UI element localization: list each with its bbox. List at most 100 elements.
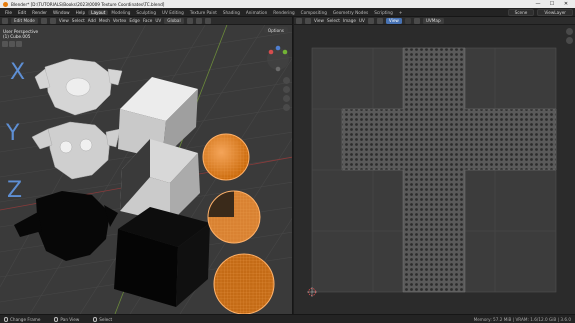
uv-canvas bbox=[307, 47, 557, 297]
camera-icon[interactable] bbox=[283, 95, 290, 102]
shading-solid-icon[interactable] bbox=[204, 17, 211, 24]
cursor-tool-icon[interactable] bbox=[9, 41, 15, 47]
tab-geometry-nodes[interactable]: Geometry Nodes bbox=[330, 10, 371, 15]
move-tool-icon[interactable] bbox=[16, 41, 22, 47]
uvmap-icon bbox=[413, 17, 420, 24]
tab-sculpting[interactable]: Sculpting bbox=[133, 10, 159, 15]
z-axis-label: Z bbox=[7, 178, 22, 203]
perspective-grid-icon[interactable] bbox=[283, 104, 290, 111]
uv-editor-header: View Select Image UV View UVMap bbox=[294, 17, 575, 25]
menu-edit[interactable]: Edit bbox=[15, 10, 29, 15]
view-layer-selector[interactable]: ViewLayer bbox=[537, 9, 573, 16]
status-change-frame: Change Frame bbox=[10, 316, 41, 322]
tab-layout[interactable]: Layout bbox=[88, 9, 109, 15]
scene-selector[interactable]: Scene bbox=[507, 9, 535, 16]
menu-edge[interactable]: Edge bbox=[129, 18, 140, 23]
menu-face[interactable]: Face bbox=[143, 18, 152, 23]
add-workspace-button[interactable]: + bbox=[396, 10, 406, 15]
menu-file[interactable]: File bbox=[2, 10, 15, 15]
snap-icon[interactable] bbox=[186, 17, 193, 24]
version-info: Memory: 57.2 MiB | VRAM: 1.6/12.0 GiB | … bbox=[473, 317, 571, 322]
viewport-info: User Perspective (1) Cube.005 bbox=[3, 29, 38, 39]
window-title: Blender* [D:\TUTORIALS\Books\2023\0009 T… bbox=[11, 1, 165, 7]
pan-hand-icon[interactable] bbox=[283, 86, 290, 93]
tab-modeling[interactable]: Modeling bbox=[108, 10, 133, 15]
status-item: Change Frame bbox=[4, 316, 41, 322]
uv-pivot-icon[interactable] bbox=[376, 17, 383, 24]
view-layer-name: ViewLayer bbox=[544, 10, 566, 15]
uv-menu-select[interactable]: Select bbox=[327, 18, 340, 23]
status-item: Select bbox=[93, 316, 113, 322]
x-axis-label: X bbox=[10, 60, 25, 85]
status-item: Pan View bbox=[54, 316, 80, 322]
menu-uv[interactable]: UV bbox=[155, 18, 161, 23]
edge-select-icon[interactable] bbox=[49, 17, 56, 24]
mouse-icon bbox=[4, 316, 8, 322]
tab-scripting[interactable]: Scripting bbox=[371, 10, 396, 15]
menu-select[interactable]: Select bbox=[72, 18, 85, 23]
uv-menu-view[interactable]: View bbox=[314, 18, 324, 23]
cube-z bbox=[114, 207, 210, 307]
uv-nav-buttons bbox=[566, 28, 573, 44]
uv-editor-type-icon[interactable] bbox=[296, 17, 302, 24]
uv-menu-image[interactable]: Image bbox=[343, 18, 356, 23]
uv-sync-icon[interactable] bbox=[367, 17, 374, 24]
options-label: Options bbox=[267, 27, 284, 33]
viewport-3d[interactable]: Edit Mode View Select Add Mesh Vertex Ed… bbox=[0, 17, 293, 314]
blender-logo-icon bbox=[3, 1, 8, 7]
menu-render[interactable]: Render bbox=[29, 10, 50, 15]
zoom-icon[interactable] bbox=[283, 77, 290, 84]
menu-vertex[interactable]: Vertex bbox=[113, 18, 126, 23]
suzanne-x bbox=[34, 58, 123, 116]
uv-select-mode-icon[interactable] bbox=[305, 17, 311, 24]
uv-zoom-icon[interactable] bbox=[566, 28, 573, 35]
tab-rendering[interactable]: Rendering bbox=[270, 10, 297, 15]
options-dropdown[interactable]: Options bbox=[263, 27, 288, 33]
status-bar: Change Frame Pan View Select Memory: 57.… bbox=[0, 314, 575, 323]
close-button[interactable]: ✕ bbox=[559, 0, 573, 8]
title-bar: Blender* [D:\TUTORIALS\Books\2023\0009 T… bbox=[0, 0, 575, 8]
menu-add[interactable]: Add bbox=[88, 18, 96, 23]
viewport-scene: X Y Z bbox=[0, 17, 292, 314]
editor-type-icon[interactable] bbox=[2, 17, 8, 24]
menu-help[interactable]: Help bbox=[73, 10, 89, 15]
mode-selector[interactable]: Edit Mode bbox=[11, 17, 38, 24]
tab-shading[interactable]: Shading bbox=[220, 10, 243, 15]
viewport-toolbar bbox=[2, 41, 22, 47]
menu-view[interactable]: View bbox=[59, 18, 69, 23]
vertex-select-icon[interactable] bbox=[40, 17, 47, 24]
maximize-button[interactable]: ☐ bbox=[545, 0, 559, 8]
sphere-z bbox=[213, 253, 275, 314]
suzanne-y bbox=[31, 121, 121, 180]
image-selector[interactable] bbox=[404, 17, 411, 24]
status-pan-view: Pan View bbox=[60, 316, 80, 322]
minimize-button[interactable]: — bbox=[531, 0, 545, 8]
suzanne-z bbox=[14, 191, 118, 261]
uv-menu-uv[interactable]: UV bbox=[359, 18, 365, 23]
viewport-header: Edit Mode View Select Add Mesh Vertex Ed… bbox=[0, 17, 292, 25]
scene-selectors: Scene ViewLayer bbox=[507, 9, 573, 16]
uv-editor[interactable]: View Select Image UV View UVMap bbox=[294, 17, 575, 314]
sphere-x bbox=[202, 133, 250, 181]
active-object-label: (1) Cube.005 bbox=[3, 34, 31, 40]
navigation-gizmo bbox=[267, 45, 289, 72]
orientation-selector[interactable]: Global bbox=[164, 17, 184, 24]
select-tool-icon[interactable] bbox=[2, 41, 8, 47]
scene-name: Scene bbox=[514, 10, 528, 15]
window-controls: — ☐ ✕ bbox=[531, 0, 573, 8]
uvmap-selector[interactable]: UVMap bbox=[422, 17, 444, 24]
tab-uv-editing[interactable]: UV Editing bbox=[159, 10, 187, 15]
tab-animation[interactable]: Animation bbox=[243, 10, 270, 15]
menu-window[interactable]: Window bbox=[50, 10, 73, 15]
mouse-icon bbox=[93, 316, 98, 322]
top-menu-bar: File Edit Render Window Help Layout Mode… bbox=[0, 8, 575, 17]
tab-compositing[interactable]: Compositing bbox=[298, 10, 330, 15]
overlay-icon[interactable] bbox=[195, 17, 202, 24]
menu-mesh[interactable]: Mesh bbox=[99, 18, 110, 23]
status-select: Select bbox=[99, 316, 113, 322]
mouse-icon bbox=[54, 316, 59, 322]
uv-view-button[interactable]: View bbox=[385, 17, 402, 24]
tab-texture-paint[interactable]: Texture Paint bbox=[187, 10, 220, 15]
uv-pan-hand-icon[interactable] bbox=[566, 37, 573, 44]
y-axis-label: Y bbox=[5, 121, 20, 146]
